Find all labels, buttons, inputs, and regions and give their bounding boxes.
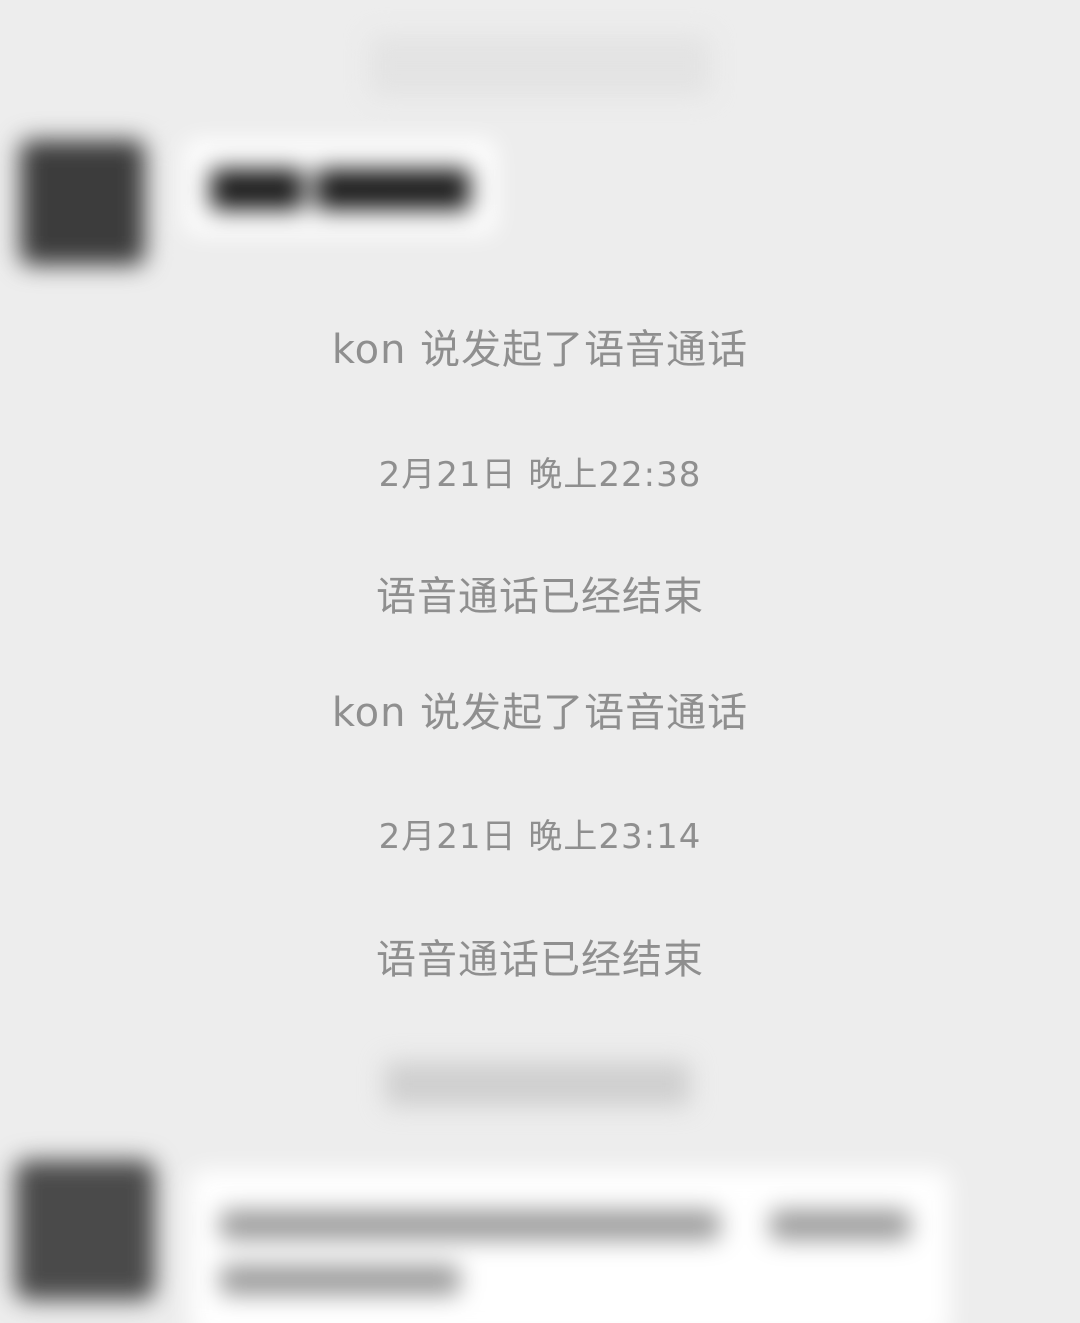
blurred-timestamp-bottom: [385, 1062, 690, 1106]
blurred-message-line: [770, 1210, 910, 1240]
message-bubble[interactable]: [190, 1170, 950, 1323]
message-bubble[interactable]: ▇▇▇ ▇▇▇▇▇: [185, 140, 496, 234]
blurred-message-line: [220, 1265, 460, 1295]
system-message-call-ended: 语音通话已经结束: [376, 937, 704, 983]
message-row-incoming-top[interactable]: ▇▇▇ ▇▇▇▇▇: [20, 140, 496, 265]
blurred-message-line: [220, 1210, 720, 1240]
chat-screen: ▇▇▇ ▇▇▇▇▇ kon 说发起了语音通话 2月21日 晚上22:38 语音通…: [0, 0, 1080, 1323]
avatar[interactable]: [15, 1160, 155, 1300]
message-row-incoming-bottom[interactable]: [0, 1160, 1080, 1323]
timestamp: 2月21日 晚上23:14: [378, 817, 702, 857]
avatar[interactable]: [20, 140, 145, 265]
system-message-call-ended: 语音通话已经结束: [376, 574, 704, 620]
blurred-message-text: ▇▇▇ ▇▇▇▇▇: [211, 164, 470, 210]
system-message-call-started: kon 说发起了语音通话: [331, 327, 749, 373]
system-message-call-started: kon 说发起了语音通话: [331, 690, 749, 736]
blurred-timestamp-top: [370, 36, 710, 96]
timestamp: 2月21日 晚上22:38: [378, 455, 702, 495]
